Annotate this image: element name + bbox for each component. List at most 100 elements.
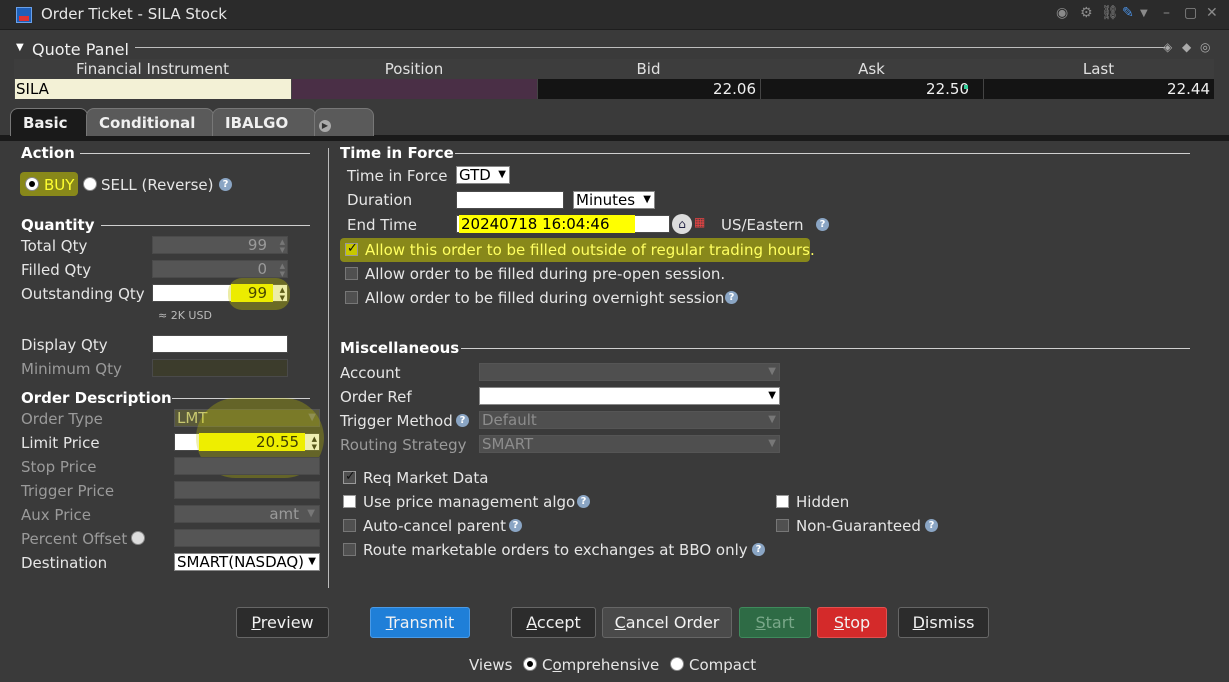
misc-section-title: Miscellaneous: [340, 339, 460, 357]
bid-cell[interactable]: 22.06: [537, 79, 760, 99]
percent-offset-radio[interactable]: [131, 531, 145, 545]
help-icon[interactable]: ?: [925, 519, 938, 532]
group-icon[interactable]: ◉: [1056, 5, 1068, 21]
minimum-qty-field[interactable]: [152, 359, 288, 377]
order-ref-select[interactable]: ▼: [479, 387, 780, 405]
preview-button[interactable]: Preview: [236, 607, 329, 638]
overnight-label[interactable]: Allow order to be filled during overnigh…: [365, 289, 724, 307]
hidden-checkbox[interactable]: [776, 495, 789, 508]
account-label: Account: [340, 364, 401, 382]
account-select[interactable]: ▼: [479, 363, 780, 381]
compact-radio[interactable]: [670, 657, 684, 671]
col-header-ask: Ask: [760, 59, 983, 79]
quote-panel-tool-icon[interactable]: ◈: [1163, 40, 1172, 54]
trigger-price-field[interactable]: [174, 481, 320, 499]
tab-more[interactable]: ▶: [314, 108, 374, 136]
preopen-checkbox[interactable]: [345, 267, 358, 280]
total-qty-value: 99: [247, 236, 267, 254]
transmit-button[interactable]: Transmit: [370, 607, 470, 638]
outside-rth-checkbox[interactable]: [345, 241, 358, 256]
route-bbo-checkbox[interactable]: [343, 543, 356, 556]
auto-cancel-label[interactable]: Auto-cancel parent: [363, 517, 506, 535]
help-icon[interactable]: ?: [816, 218, 829, 231]
chevron-down-icon[interactable]: ▼: [1140, 8, 1148, 19]
cancel-order-button[interactable]: Cancel Order: [602, 607, 732, 638]
help-icon[interactable]: ?: [456, 414, 469, 427]
action-section-title: Action: [21, 144, 75, 162]
comprehensive-radio[interactable]: [523, 657, 537, 671]
tab-basic[interactable]: Basic: [10, 108, 88, 136]
filled-qty-field[interactable]: 0 ▲ ▼: [152, 260, 288, 278]
end-time-field[interactable]: 20240718 16:04:46: [456, 215, 670, 233]
outside-rth-label[interactable]: Allow this order to be filled outside of…: [365, 241, 815, 259]
non-guaranteed-label[interactable]: Non-Guaranteed: [796, 517, 921, 535]
non-guaranteed-checkbox[interactable]: [776, 519, 789, 532]
route-bbo-label[interactable]: Route marketable orders to exchanges at …: [363, 541, 748, 559]
gear-icon[interactable]: ⚙: [1080, 5, 1093, 21]
quantity-section-title: Quantity: [21, 216, 95, 234]
comprehensive-label[interactable]: Comprehensive: [542, 656, 659, 674]
buy-label[interactable]: BUY: [44, 176, 74, 194]
quote-panel-help-icon[interactable]: ◎: [1200, 40, 1210, 54]
chevron-down-icon: ▼: [768, 438, 776, 449]
maximize-icon[interactable]: ▢: [1184, 5, 1197, 21]
stop-price-field[interactable]: [174, 457, 320, 475]
help-icon[interactable]: ?: [509, 519, 522, 532]
req-market-data-checkbox[interactable]: [343, 469, 356, 484]
duration-field[interactable]: [456, 191, 564, 209]
hidden-label[interactable]: Hidden: [796, 493, 849, 511]
help-icon[interactable]: ?: [752, 543, 765, 556]
tif-select[interactable]: GTD ▼: [456, 166, 510, 184]
buy-radio[interactable]: [25, 177, 39, 191]
preview-mnemonic: P: [251, 613, 261, 632]
position-cell[interactable]: [291, 79, 537, 99]
compact-label[interactable]: Compact: [689, 656, 756, 674]
price-mgmt-checkbox[interactable]: [343, 495, 356, 508]
destination-label: Destination: [21, 554, 108, 572]
dismiss-button[interactable]: Dismiss: [898, 607, 989, 638]
quote-panel-lock-icon[interactable]: ◆: [1182, 40, 1191, 54]
start-button[interactable]: Start: [739, 607, 811, 638]
help-icon[interactable]: ?: [725, 291, 738, 304]
action-divider: [80, 153, 310, 154]
overnight-checkbox[interactable]: [345, 291, 358, 304]
tab-conditional[interactable]: Conditional: [86, 108, 214, 136]
stepper-icon[interactable]: ▲ ▼: [275, 262, 285, 278]
link-icon[interactable]: ⛓: [1101, 5, 1119, 21]
stop-button[interactable]: Stop: [817, 607, 887, 638]
collapse-icon[interactable]: ▼: [16, 42, 24, 53]
calendar-icon[interactable]: ▦: [694, 215, 705, 229]
accept-button[interactable]: Accept: [511, 607, 596, 638]
instrument-cell[interactable]: SILA: [14, 79, 291, 99]
percent-offset-field[interactable]: [174, 529, 320, 547]
req-market-data-label[interactable]: Req Market Data: [363, 469, 488, 487]
tab-ibalgo[interactable]: IBALGO: [212, 108, 316, 136]
arrow-right-icon: ▶: [319, 120, 331, 132]
sell-label[interactable]: SELL (Reverse): [101, 176, 213, 194]
column-divider: [328, 148, 329, 588]
destination-select[interactable]: SMART(NASDAQ) ▼: [174, 553, 320, 571]
price-mgmt-label[interactable]: Use price management algo: [363, 493, 575, 511]
display-qty-field[interactable]: [152, 335, 288, 353]
close-icon[interactable]: ✕: [1206, 5, 1218, 21]
aux-price-unit: amt: [269, 505, 299, 523]
routing-strategy-select[interactable]: SMART ▼: [479, 435, 780, 453]
col-header-position: Position: [291, 59, 537, 79]
outstanding-markup: [228, 278, 290, 310]
help-icon[interactable]: ?: [219, 178, 232, 191]
help-icon[interactable]: ?: [577, 495, 590, 508]
auto-cancel-checkbox[interactable]: [343, 519, 356, 532]
display-qty-label: Display Qty: [21, 336, 108, 354]
stepper-icon[interactable]: ▲ ▼: [275, 238, 285, 254]
aux-price-field[interactable]: amt ▼: [174, 505, 320, 523]
minimize-icon[interactable]: –: [1163, 5, 1170, 21]
pin-icon[interactable]: ✎: [1122, 5, 1134, 21]
exchange-icon[interactable]: ⌂: [672, 214, 692, 234]
last-cell[interactable]: 22.44: [983, 79, 1214, 99]
total-qty-field[interactable]: 99 ▲ ▼: [152, 236, 288, 254]
sell-radio[interactable]: [83, 177, 97, 191]
preopen-label[interactable]: Allow order to be filled during pre-open…: [365, 265, 725, 283]
trigger-method-select[interactable]: Default ▼: [479, 411, 780, 429]
duration-unit-select[interactable]: Minutes ▼: [573, 191, 655, 209]
ask-cell[interactable]: 22.50: [760, 79, 983, 99]
